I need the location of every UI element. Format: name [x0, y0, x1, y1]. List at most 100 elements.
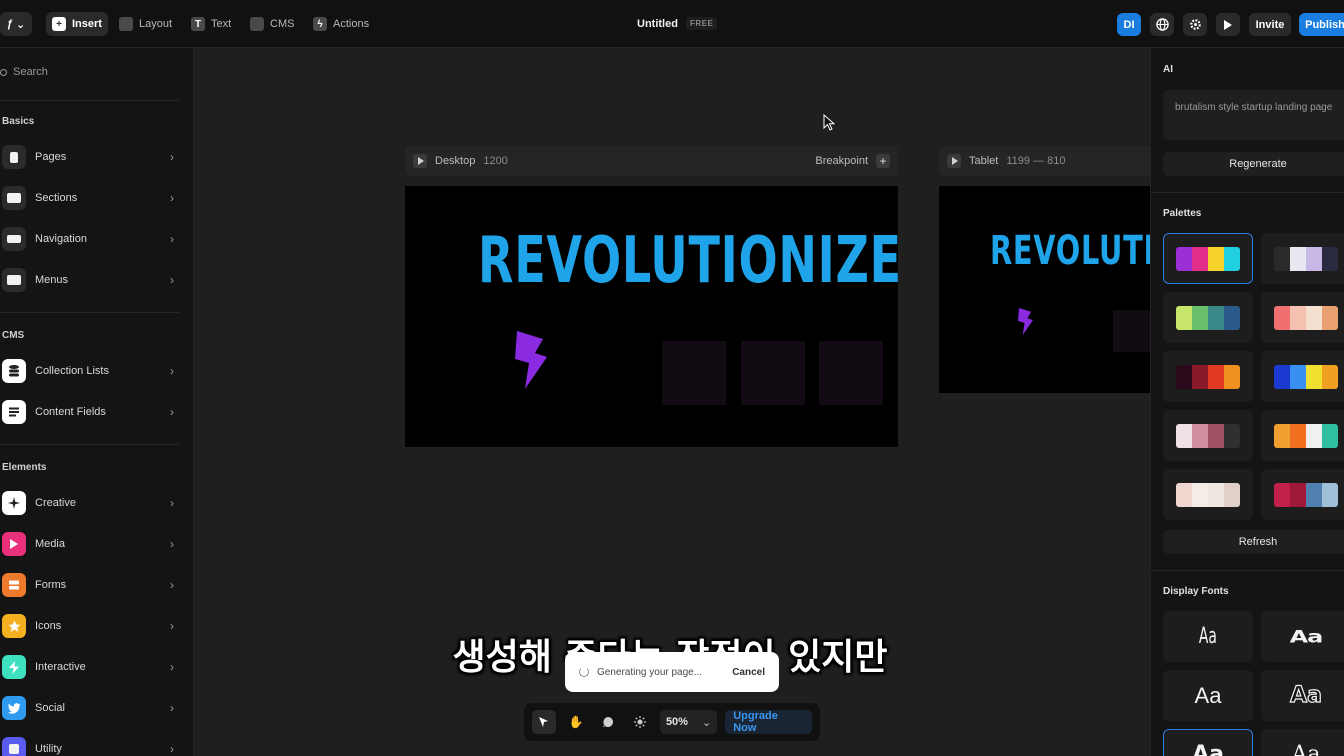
breakpoint-button[interactable]: Breakpoint	[815, 155, 868, 167]
palette-color	[1274, 246, 1290, 271]
upgrade-now-button[interactable]: Upgrade Now	[725, 710, 813, 734]
insert-item-navigation[interactable]: Navigation ›	[2, 226, 174, 252]
zoom-select[interactable]: 50% ⌄	[659, 710, 718, 734]
insert-button[interactable]: + Insert	[46, 12, 108, 36]
palette-color	[1176, 246, 1192, 271]
insert-item-sections[interactable]: Sections ›	[2, 185, 174, 211]
palette-color	[1290, 305, 1306, 330]
insert-item-pages[interactable]: Pages ›	[2, 144, 174, 170]
select-cursor-icon[interactable]	[532, 710, 556, 734]
gear-icon[interactable]	[1183, 13, 1207, 36]
ai-prompt-input[interactable]: brutalism style startup landing page	[1163, 90, 1344, 140]
tablet-frame[interactable]: REVOLUTIO	[939, 186, 1169, 393]
palette-swatch	[1274, 423, 1338, 448]
insert-item-collection-lists[interactable]: Collection Lists ›	[2, 358, 174, 384]
insert-item-forms[interactable]: Forms ›	[2, 572, 174, 598]
palette-color	[1306, 364, 1322, 389]
text-icon: T	[191, 17, 205, 31]
insert-item-social[interactable]: Social ›	[2, 695, 174, 721]
palette-option[interactable]	[1163, 292, 1253, 343]
project-name: Untitled	[637, 17, 678, 30]
palette-color	[1322, 423, 1338, 448]
refresh-palettes-button[interactable]: Refresh	[1163, 530, 1344, 554]
menus-icon	[2, 268, 26, 292]
palette-color	[1192, 364, 1208, 389]
invite-button[interactable]: Invite	[1249, 13, 1291, 36]
palette-color	[1274, 364, 1290, 389]
palette-swatch	[1274, 482, 1338, 507]
regenerate-button[interactable]: Regenerate	[1163, 152, 1344, 176]
layout-icon	[119, 17, 133, 31]
palette-option[interactable]	[1261, 292, 1344, 343]
plus-icon[interactable]: +	[876, 154, 890, 168]
bolt-icon: ϟ	[313, 17, 327, 31]
palette-option[interactable]	[1261, 410, 1344, 461]
palette-option[interactable]	[1163, 351, 1253, 402]
top-toolbar: ƒ ⌄ + Insert Layout T Text CMS ϟ Actions…	[0, 0, 1344, 48]
placeholder-tile[interactable]	[741, 341, 805, 405]
cancel-button[interactable]: Cancel	[732, 667, 765, 678]
play-icon[interactable]	[947, 154, 961, 168]
plus-icon: +	[52, 17, 66, 31]
palette-color	[1176, 423, 1192, 448]
lightning-bolt-icon[interactable]	[515, 331, 547, 389]
logo-icon: ƒ	[6, 18, 13, 30]
palette-option[interactable]	[1163, 410, 1253, 461]
palettes-title: Palettes	[1163, 208, 1202, 219]
placeholder-tile[interactable]	[819, 341, 883, 405]
palette-color	[1176, 305, 1192, 330]
placeholder-tile[interactable]	[1113, 310, 1153, 352]
generating-toast: Generating your page... Cancel	[565, 652, 779, 692]
palette-color	[1176, 482, 1192, 507]
cms-button[interactable]: CMS	[244, 12, 300, 36]
palette-swatch	[1274, 305, 1338, 330]
chevron-right-icon: ›	[170, 537, 174, 551]
insert-item-utility[interactable]: Utility ›	[2, 736, 174, 756]
divider	[0, 444, 180, 445]
sun-icon[interactable]	[628, 710, 652, 734]
insert-item-content-fields[interactable]: Content Fields ›	[2, 399, 174, 425]
project-title[interactable]: Untitled FREE	[637, 17, 718, 30]
palette-option[interactable]	[1261, 233, 1344, 284]
actions-button[interactable]: ϟ Actions	[307, 12, 375, 36]
search-input[interactable]: Search	[0, 66, 48, 78]
lightning-bolt-icon[interactable]	[1018, 308, 1033, 335]
play-icon[interactable]	[413, 154, 427, 168]
globe-icon[interactable]	[1150, 13, 1174, 36]
publish-button[interactable]: Publish	[1299, 13, 1344, 36]
palette-swatch	[1274, 246, 1338, 271]
palette-option[interactable]	[1261, 469, 1344, 520]
palette-option[interactable]	[1163, 233, 1253, 284]
hand-icon[interactable]: ✋	[564, 710, 588, 734]
hero-heading-tablet[interactable]: REVOLUTIO	[990, 228, 1169, 274]
placeholder-tile[interactable]	[662, 341, 726, 405]
palette-option[interactable]	[1163, 469, 1253, 520]
tablet-breakpoint-bar[interactable]: Tablet 1199 — 810	[939, 146, 1169, 176]
palette-color	[1208, 482, 1224, 507]
insert-item-media[interactable]: Media ›	[2, 531, 174, 557]
layout-button[interactable]: Layout	[113, 12, 178, 36]
insert-item-menus[interactable]: Menus ›	[2, 267, 174, 293]
desktop-breakpoint-bar[interactable]: Desktop 1200 Breakpoint +	[405, 146, 898, 176]
font-option-selected[interactable]: Aa	[1163, 729, 1253, 756]
chevron-right-icon: ›	[170, 405, 174, 419]
comment-icon[interactable]	[596, 710, 620, 734]
palette-color	[1192, 482, 1208, 507]
chevron-right-icon: ›	[170, 273, 174, 287]
text-button[interactable]: T Text	[185, 12, 237, 36]
hero-heading[interactable]: REVOLUTIONIZE	[478, 224, 898, 298]
framer-logo-menu[interactable]: ƒ ⌄	[0, 12, 32, 36]
play-preview-icon[interactable]	[1216, 13, 1240, 36]
palette-swatch	[1176, 423, 1240, 448]
desktop-frame[interactable]: REVOLUTIONIZE	[405, 186, 898, 447]
display-fonts-title: Display Fonts	[1163, 586, 1229, 597]
chevron-right-icon: ›	[170, 496, 174, 510]
palette-color	[1208, 246, 1224, 271]
palette-option[interactable]	[1261, 351, 1344, 402]
avatar[interactable]: DI	[1117, 13, 1141, 36]
insert-item-creative[interactable]: Creative ›	[2, 490, 174, 516]
pages-icon	[2, 145, 26, 169]
palette-swatch	[1176, 364, 1240, 389]
font-option[interactable]: Aa	[1261, 729, 1344, 756]
chevron-right-icon: ›	[170, 232, 174, 246]
